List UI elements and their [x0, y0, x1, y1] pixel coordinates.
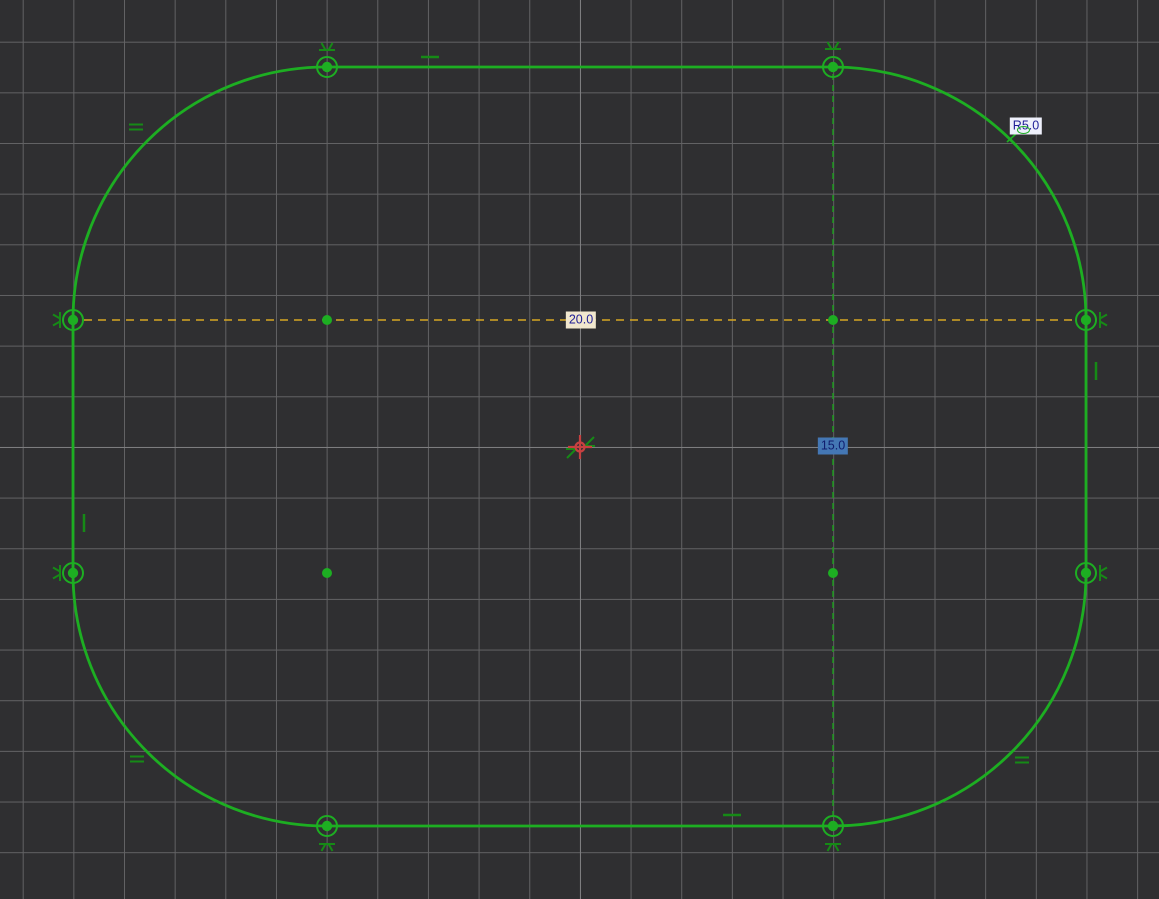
tangent-constraint-icon[interactable] — [53, 565, 60, 581]
equal-constraint-icon[interactable] — [130, 757, 144, 762]
tangent-constraint-icon[interactable] — [825, 844, 841, 851]
origin-point[interactable] — [568, 435, 592, 459]
equal-constraint-icon[interactable] — [1015, 758, 1029, 763]
corner-arc-top-right[interactable] — [833, 67, 1086, 320]
tangent-constraint-icon[interactable] — [53, 312, 60, 328]
height-dimension-label-selected[interactable]: 15.0 — [818, 438, 848, 455]
equal-constraint-icon[interactable] — [129, 125, 143, 130]
radius-dimension-label[interactable]: R5.0 — [1010, 118, 1042, 135]
tangent-constraint-icon[interactable] — [319, 844, 335, 851]
arc-center-point-top-left[interactable] — [322, 315, 332, 325]
corner-arc-bottom-right[interactable] — [833, 573, 1086, 826]
corner-arc-top-left[interactable] — [73, 67, 327, 320]
arc-center-point-top-right[interactable] — [828, 315, 838, 325]
corner-arc-bottom-left[interactable] — [73, 573, 327, 826]
tangent-constraint-icon[interactable] — [319, 43, 335, 50]
tangent-constraint-icon[interactable] — [1100, 565, 1107, 581]
symmetry-constraint-icon[interactable] — [566, 449, 576, 458]
sketch-viewport[interactable]: 20.0 15.0 R5.0 — [0, 0, 1159, 899]
tangent-constraint-icon[interactable] — [1100, 312, 1107, 328]
arc-center-point-bottom-right[interactable] — [828, 568, 838, 578]
tangent-constraint-icon[interactable] — [825, 42, 841, 49]
arc-center-point-bottom-left[interactable] — [322, 568, 332, 578]
width-dimension-label[interactable]: 20.0 — [566, 312, 596, 329]
symmetry-constraint-icon[interactable] — [585, 437, 595, 446]
sketch-canvas[interactable] — [0, 0, 1159, 899]
